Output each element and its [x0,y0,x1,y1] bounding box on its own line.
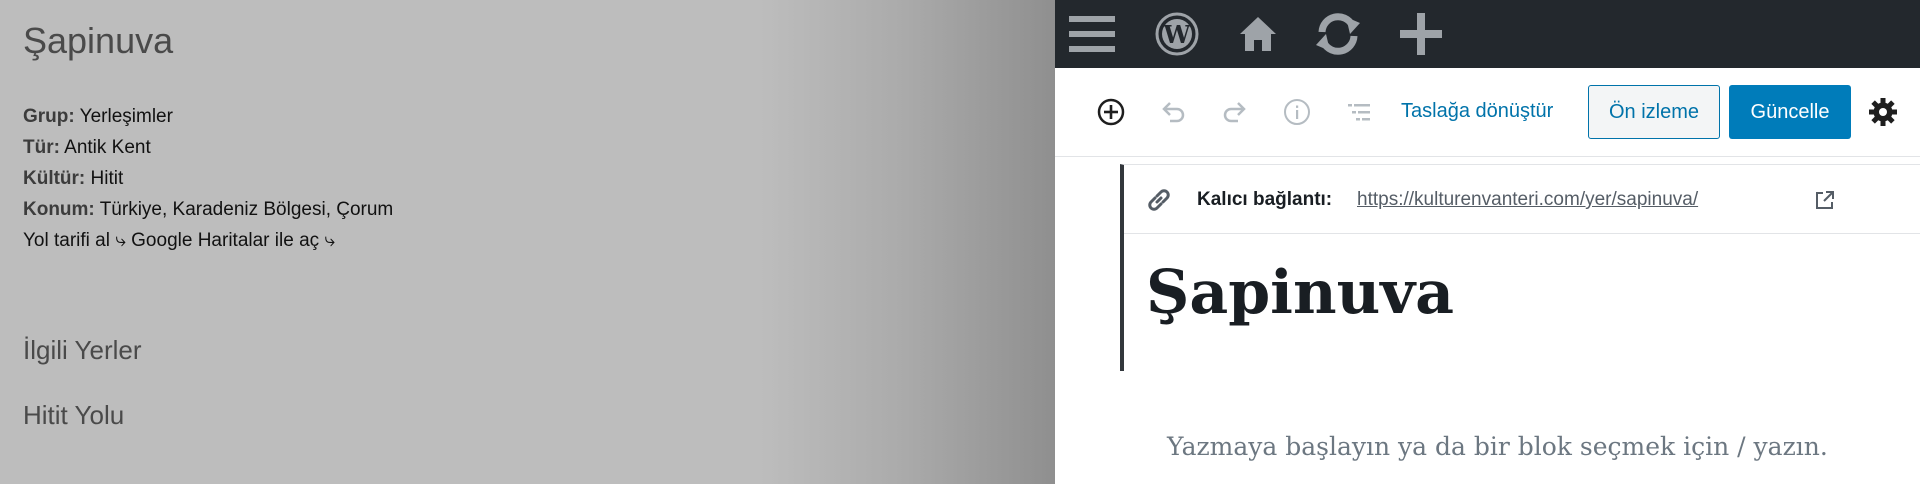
add-block-icon[interactable] [1091,92,1131,132]
meta-label: Konum: [23,199,95,220]
update-button[interactable]: Güncelle [1729,85,1851,139]
editor-toolbar: Taslağa dönüştür Ön izleme Güncelle [1055,68,1920,157]
meta-value: Antik Kent [59,137,151,158]
refresh-icon[interactable] [1313,9,1363,59]
related-places-heading: İlgili Yerler [23,335,142,365]
link-icon [1148,189,1170,211]
post-title-input[interactable]: Şapinuva [1146,263,1454,323]
site-preview-backdrop: Şapinuva Grup: Yerleşimler Tür: Antik Ke… [0,0,1055,484]
plus-icon[interactable] [1396,9,1446,59]
meta-group: Grup: Yerleşimler [23,106,173,128]
block-placeholder[interactable]: Yazmaya başlayın ya da bir blok seçmek i… [1167,432,1828,461]
meta-label: Tür: [23,137,60,158]
directions-links[interactable]: Yol tarifi al ⤷ Google Haritalar ile aç … [23,230,335,252]
undo-icon[interactable] [1153,92,1193,132]
page-title: Şapinuva [23,20,174,61]
meta-label: Grup: [23,106,75,127]
settings-gear-icon[interactable] [1865,94,1901,130]
admin-bar: W [1055,0,1920,68]
home-icon[interactable] [1233,9,1283,59]
meta-location: Konum: Türkiye, Karadeniz Bölgesi, Çorum [23,199,393,221]
wordpress-logo-icon[interactable]: W [1152,9,1202,59]
permalink-label: Kalıcı bağlantı: [1197,189,1333,210]
meta-value: Türkiye, Karadeniz Bölgesi, Çorum [94,199,394,220]
info-icon[interactable] [1277,92,1317,132]
block-editor: W Taslağa dönüştür Ön izleme Güncelle Ka… [1055,0,1920,484]
preview-button[interactable]: Ön izleme [1588,85,1720,139]
svg-text:W: W [1163,20,1192,49]
external-link-icon[interactable] [1814,189,1836,211]
redo-icon[interactable] [1215,92,1255,132]
meta-type: Tür: Antik Kent [23,137,151,159]
hittite-road-heading: Hitit Yolu [23,400,125,430]
permalink-url-link[interactable]: https://kulturenvanteri.com/yer/sapinuva… [1357,189,1698,211]
post-title-block: Kalıcı bağlantı: https://kulturenvanteri… [1120,164,1920,371]
meta-culture: Kültür: Hitit [23,168,123,190]
meta-value: Yerleşimler [74,106,173,127]
permalink-bar: Kalıcı bağlantı: https://kulturenvanteri… [1124,165,1920,234]
switch-to-draft-button[interactable]: Taslağa dönüştür [1401,100,1553,123]
meta-value: Hitit [85,168,124,189]
meta-label: Kültür: [23,168,86,189]
menu-icon[interactable] [1067,9,1117,59]
outline-icon[interactable] [1339,92,1379,132]
